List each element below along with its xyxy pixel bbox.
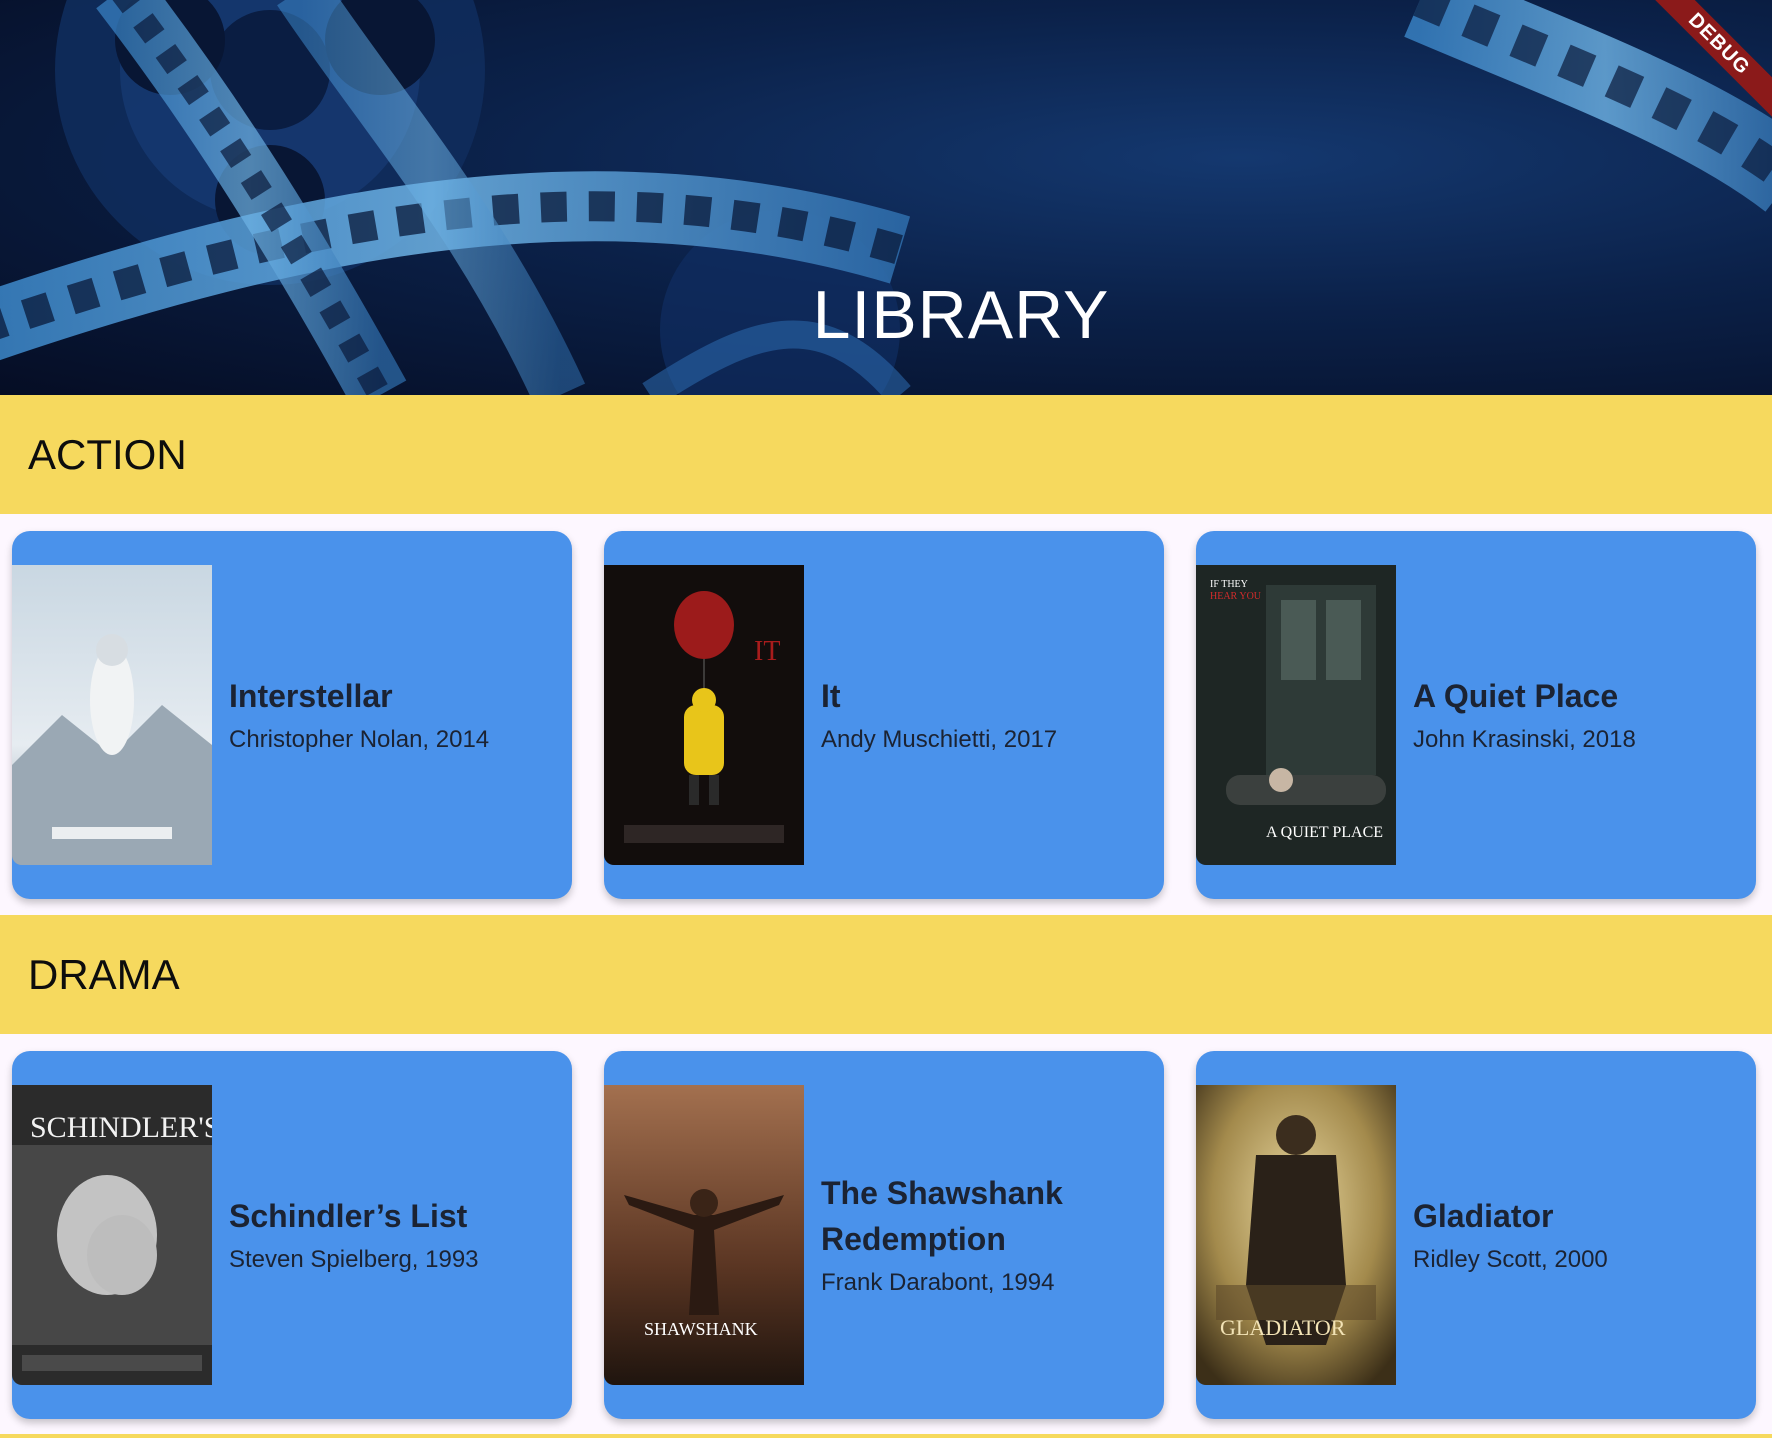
movie-director-year: Frank Darabont, 1994 [821,1269,1055,1296]
page-title: LIBRARY [812,277,1110,353]
movie-title: It [821,678,841,714]
svg-text:IF THEY: IF THEY [1210,579,1248,590]
svg-text:IT: IT [754,636,780,667]
movie-card-schindlers-list[interactable]: SCHINDLER'S LIST Schindler’s List Steven… [12,1051,572,1419]
movie-director-year: Ridley Scott, 2000 [1413,1246,1608,1273]
svg-text:SCHINDLER'S LIST: SCHINDLER'S LIST [30,1111,212,1144]
section-header-action: ACTION [0,395,1772,514]
header-banner: LIBRARY DEBUG [0,0,1772,395]
movie-card-it[interactable]: IT It Andy Muschietti, 2017 [604,531,1164,899]
movie-title: The Shawshank Redemption [821,1175,1063,1257]
movie-poster-image: SHAWSHANK [604,1085,804,1385]
movie-title: Gladiator [1413,1198,1554,1234]
movie-poster-image: SCHINDLER'S LIST [12,1085,212,1385]
movie-director-year: Steven Spielberg, 1993 [229,1246,479,1273]
svg-text:GLADIATOR: GLADIATOR [1220,1315,1346,1340]
next-section-header-edge [0,1434,1772,1438]
movie-title: Schindler’s List [229,1198,468,1234]
app-root: LIBRARY DEBUG ACTION Interstellar Christ… [0,0,1772,1438]
movie-poster-image: IF THEY HEAR YOU A QUIET PLACE [1196,565,1396,865]
movie-poster-image: IT [604,565,804,865]
movie-card-the-shawshank-redemption[interactable]: SHAWSHANK The Shawshank Redemption Frank… [604,1051,1164,1419]
movie-poster-image [12,565,212,865]
movie-card-gladiator[interactable]: GLADIATOR Gladiator Ridley Scott, 2000 [1196,1051,1756,1419]
movie-title: A Quiet Place [1413,678,1619,714]
movie-director-year: Christopher Nolan, 2014 [229,726,490,753]
movie-title: Interstellar [229,678,393,714]
movie-director-year: Andy Muschietti, 2017 [821,726,1058,753]
movie-card-a-quiet-place[interactable]: IF THEY HEAR YOU A QUIET PLACE A Quiet P… [1196,531,1756,899]
movie-card-interstellar[interactable]: Interstellar Christopher Nolan, 2014 [12,531,572,899]
svg-text:SHAWSHANK: SHAWSHANK [644,1319,758,1339]
section-title: DRAMA [28,951,180,998]
svg-text:HEAR YOU: HEAR YOU [1210,591,1262,602]
section-header-drama: DRAMA [0,915,1772,1034]
section-title: ACTION [28,431,187,478]
movie-poster-image: GLADIATOR [1196,1085,1396,1385]
movie-director-year: John Krasinski, 2018 [1413,726,1636,753]
svg-text:A QUIET PLACE: A QUIET PLACE [1266,824,1383,841]
